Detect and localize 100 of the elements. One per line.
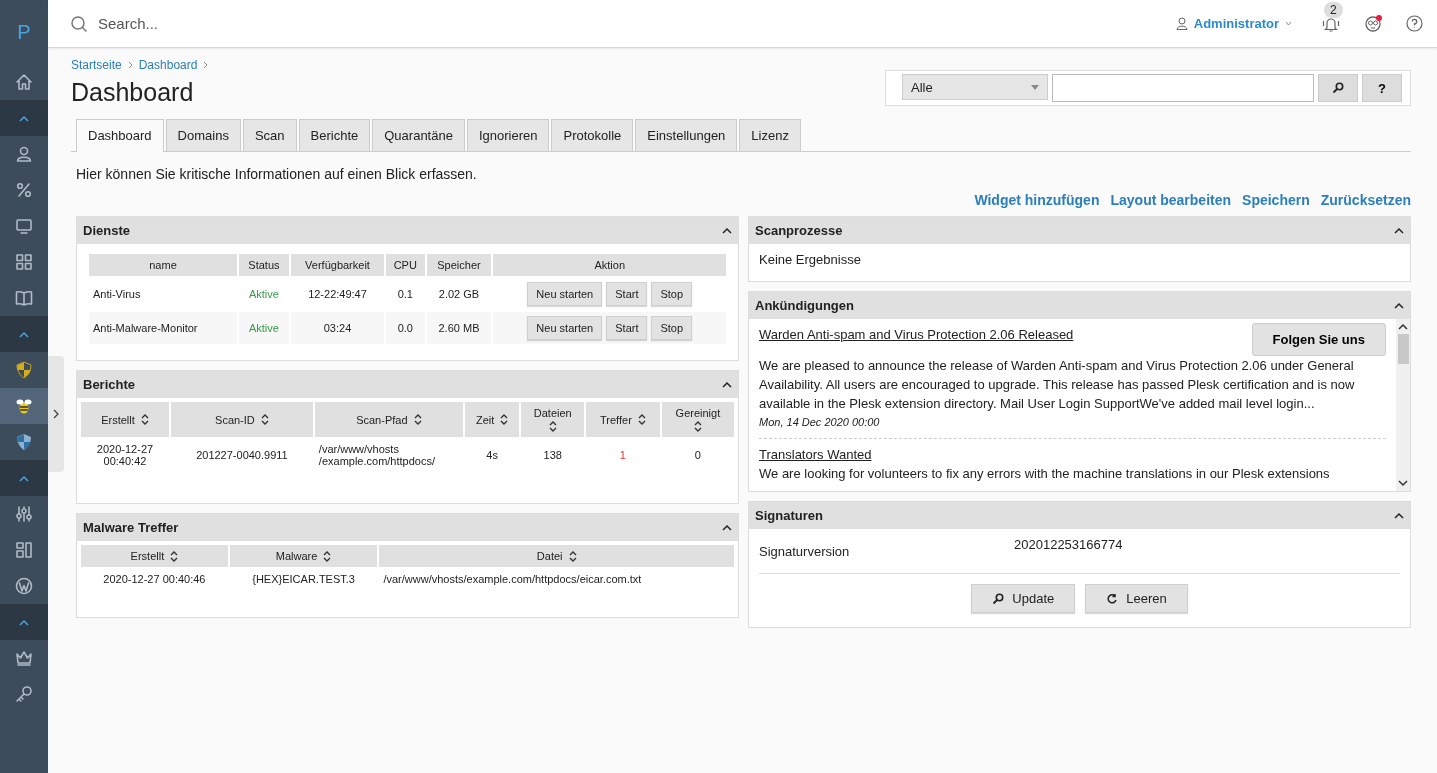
announcement-link[interactable]: Translators Wanted — [759, 445, 872, 464]
scroll-up-icon[interactable] — [1398, 323, 1408, 330]
column-header[interactable]: Scan-Pfad — [314, 402, 463, 437]
column-header[interactable]: Scan-ID — [171, 402, 313, 437]
section-toggle[interactable] — [0, 100, 48, 136]
empty-text: Keine Ergebnisse — [759, 252, 861, 267]
column-header: Speicher — [426, 254, 492, 276]
key-icon — [14, 684, 34, 704]
chevron-right-icon — [127, 61, 133, 69]
tab[interactable]: Domains — [165, 119, 241, 151]
tab[interactable]: Einstellungen — [635, 119, 738, 151]
home-icon — [14, 72, 34, 92]
filter-field[interactable] — [1052, 74, 1314, 102]
section-toggle[interactable] — [0, 316, 48, 352]
scrollbar-thumb[interactable] — [1397, 334, 1409, 364]
action-button[interactable]: Stop — [651, 282, 693, 306]
chevron-right-icon — [53, 409, 59, 419]
action-button[interactable]: Leeren — [1085, 584, 1188, 613]
column-header[interactable]: Zeit — [464, 402, 520, 437]
widget-title: Malware Treffer — [83, 520, 179, 535]
sort-icon[interactable] — [140, 414, 149, 425]
collapse-icon[interactable] — [722, 227, 732, 234]
notification-count: 2 — [1324, 1, 1343, 18]
user-menu[interactable]: Administrator — [1193, 16, 1279, 31]
section-toggle[interactable] — [0, 604, 48, 640]
table-cell-text: 0.1 — [396, 287, 414, 302]
column-header[interactable]: Gereinigt — [661, 402, 734, 437]
action-button[interactable]: Neu starten — [527, 282, 603, 306]
collapse-icon[interactable] — [1394, 512, 1404, 519]
breadcrumb-link[interactable]: Dashboard — [138, 58, 198, 72]
column-header[interactable]: Erstellt — [81, 402, 169, 437]
table-cell: 2.60 MB — [426, 312, 492, 344]
sort-icon[interactable] — [548, 421, 557, 432]
collapse-icon[interactable] — [1394, 227, 1404, 234]
column-header[interactable]: Malware — [229, 545, 378, 567]
tab[interactable]: Berichte — [298, 119, 371, 151]
tab[interactable]: Ignorieren — [466, 119, 550, 151]
tab[interactable]: Scan — [242, 119, 297, 151]
tab[interactable]: Lizenz — [739, 119, 801, 151]
search-field[interactable]: Search... — [96, 14, 400, 33]
table-cell-text: 2.02 GB — [437, 287, 481, 302]
ball-icon[interactable] — [1364, 14, 1382, 33]
sort-icon[interactable] — [413, 414, 422, 425]
sort-icon[interactable] — [637, 414, 646, 425]
action-button[interactable]: Update — [971, 584, 1076, 613]
column-header[interactable]: Treffer — [586, 402, 660, 437]
chevron-up-icon[interactable] — [19, 474, 29, 482]
sort-icon[interactable] — [260, 414, 269, 425]
table-cell-text: {HEX}EICAR.TEST.3 — [251, 572, 356, 587]
column-header[interactable]: Erstellt — [81, 545, 228, 567]
collapse-icon[interactable] — [722, 524, 732, 531]
shield-icon — [14, 360, 34, 380]
announcement-link[interactable]: Warden Anti-spam and Virus Protection 2.06 Released — [759, 325, 1074, 344]
search-button[interactable] — [1318, 74, 1358, 102]
status-text: Aktive — [239, 312, 289, 344]
collapse-icon[interactable] — [722, 381, 732, 388]
table-cell-text: /var/www/vhosts/example.com/httpdocs/eicar.com.txt — [382, 572, 643, 587]
section-toggle[interactable] — [0, 460, 48, 496]
blocks-icon — [14, 540, 34, 560]
help-icon[interactable] — [1406, 15, 1423, 32]
filter-select[interactable]: Alle — [902, 74, 1048, 100]
chevron-up-icon[interactable] — [19, 618, 29, 626]
chevron-up-icon[interactable] — [19, 114, 29, 122]
action-link[interactable]: Layout bearbeiten — [1110, 192, 1232, 208]
table-cell-text: 0 — [693, 448, 702, 463]
action-link[interactable]: Speichern — [1242, 192, 1310, 208]
help-button[interactable]: ? — [1362, 74, 1402, 102]
tab[interactable]: Quarantäne — [372, 119, 465, 151]
table-cell-text: 1 — [618, 448, 627, 463]
collapse-icon[interactable] — [1394, 302, 1404, 309]
tab[interactable]: Dashboard — [76, 119, 164, 152]
user-icon — [14, 144, 34, 164]
search-icon — [992, 592, 1005, 605]
column-header[interactable]: Dateien — [521, 402, 585, 437]
action-link[interactable]: Widget hinzufügen — [974, 192, 1100, 208]
sort-icon[interactable] — [170, 550, 179, 562]
column-header[interactable]: Datei — [379, 545, 734, 567]
action-button[interactable]: Start — [606, 316, 648, 340]
action-button[interactable]: Start — [606, 282, 648, 306]
tab[interactable]: Protokolle — [551, 119, 634, 151]
column-header: Aktion — [493, 254, 726, 276]
widget-title: Dienste — [83, 223, 130, 238]
action-button[interactable]: Stop — [651, 316, 693, 340]
shield-icon — [14, 432, 34, 452]
sort-icon[interactable] — [323, 550, 332, 562]
sort-icon[interactable] — [693, 421, 702, 432]
sidebar-item[interactable] — [0, 388, 48, 424]
sort-icon[interactable] — [568, 550, 577, 562]
scrollbar[interactable] — [1396, 319, 1410, 491]
chevron-up-icon[interactable] — [19, 330, 29, 338]
table-cell-text: 4s — [485, 448, 499, 463]
follow-button[interactable]: Folgen Sie uns — [1251, 323, 1386, 356]
action-button[interactable]: Neu starten — [527, 316, 603, 340]
sidebar-handle[interactable] — [48, 356, 64, 472]
scroll-down-icon[interactable] — [1398, 480, 1408, 487]
column-header: CPU — [386, 254, 425, 276]
sort-icon[interactable] — [500, 414, 509, 425]
action-link[interactable]: Zurücksetzen — [1320, 192, 1411, 208]
breadcrumb-link[interactable]: Startseite — [71, 58, 122, 72]
widget-title: Signaturen — [755, 508, 823, 523]
